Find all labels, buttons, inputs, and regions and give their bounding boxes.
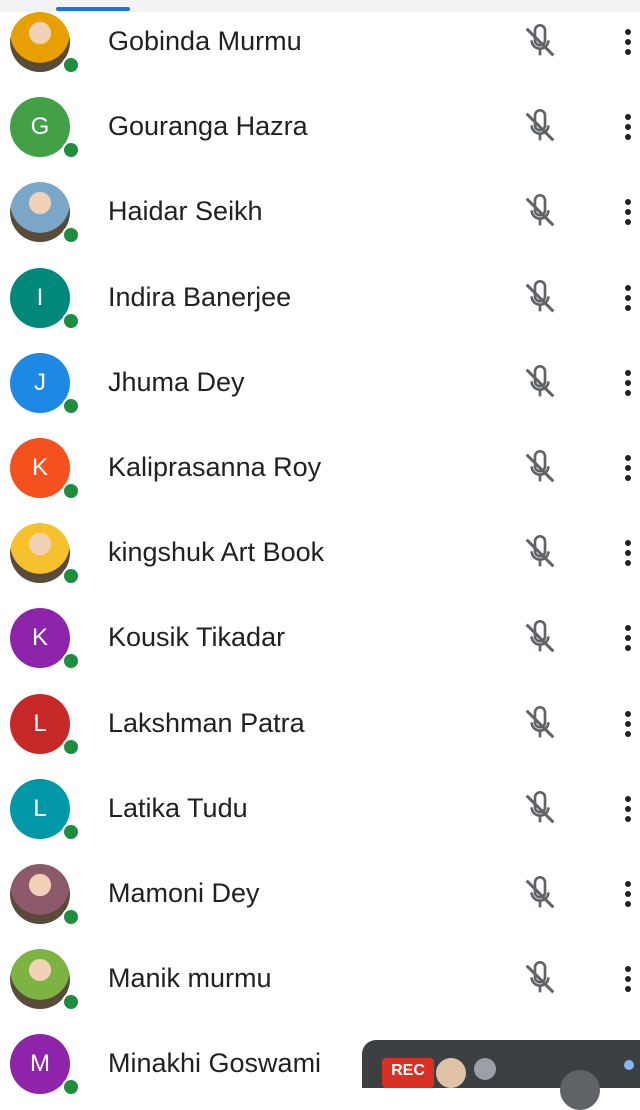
more-vert-icon[interactable] bbox=[618, 618, 638, 658]
participant-name: Mamoni Dey bbox=[108, 878, 260, 908]
avatar-photo bbox=[10, 12, 70, 72]
mic-off-icon[interactable] bbox=[520, 22, 560, 62]
online-status-dot bbox=[62, 567, 80, 586]
participant-name: Gobinda Murmu bbox=[108, 26, 302, 56]
avatar: L bbox=[10, 778, 80, 841]
avatar bbox=[10, 182, 80, 245]
avatar bbox=[10, 523, 80, 586]
online-status-dot bbox=[62, 908, 80, 926]
participant-name: Minakhi Goswami bbox=[108, 1048, 322, 1079]
avatar bbox=[10, 864, 80, 926]
more-vert-icon[interactable] bbox=[618, 448, 638, 488]
online-status-dot bbox=[62, 737, 80, 756]
avatar-initial: M bbox=[10, 1034, 70, 1095]
avatar-initial: K bbox=[10, 608, 70, 669]
participant-name: kingshuk Art Book bbox=[108, 537, 325, 568]
mic-off-icon[interactable] bbox=[520, 278, 560, 318]
participant-row[interactable]: J Jhuma Dey bbox=[0, 341, 640, 426]
participant-name: Indira Banerjee bbox=[108, 281, 292, 312]
online-status-dot bbox=[62, 1078, 80, 1097]
overlay-status-icon bbox=[474, 1058, 496, 1080]
more-vert-icon[interactable] bbox=[618, 107, 638, 147]
avatar: M bbox=[10, 1034, 80, 1097]
mic-off-icon[interactable] bbox=[520, 107, 560, 147]
mic-off-icon[interactable] bbox=[520, 874, 560, 914]
participant-row[interactable]: G Gouranga Hazra bbox=[0, 85, 640, 170]
participant-row[interactable]: Gobinda Murmu bbox=[0, 0, 640, 85]
avatar-initial: I bbox=[10, 267, 70, 328]
avatar-photo bbox=[10, 864, 70, 924]
avatar: L bbox=[10, 693, 80, 756]
avatar: J bbox=[10, 352, 80, 415]
mic-off-icon[interactable] bbox=[520, 192, 560, 232]
avatar-photo bbox=[10, 949, 70, 1010]
more-vert-icon[interactable] bbox=[618, 533, 638, 573]
participant-name: Kousik Tikadar bbox=[108, 622, 286, 653]
recording-overlay[interactable]: REC bbox=[362, 1040, 640, 1110]
overlay-participant-avatar bbox=[560, 1070, 600, 1110]
online-status-dot bbox=[62, 226, 80, 245]
participant-row[interactable]: K Kaliprasanna Roy bbox=[0, 426, 640, 511]
mic-off-icon[interactable] bbox=[520, 533, 560, 573]
avatar: K bbox=[10, 438, 80, 500]
online-status-dot bbox=[62, 56, 80, 74]
participant-name: Gouranga Hazra bbox=[108, 111, 308, 142]
more-vert-icon[interactable] bbox=[618, 959, 638, 999]
participant-name: Latika Tudu bbox=[108, 792, 248, 823]
online-status-dot bbox=[62, 311, 80, 330]
participant-name: Kaliprasanna Roy bbox=[108, 452, 322, 482]
mic-off-icon[interactable] bbox=[520, 789, 560, 829]
avatar-initial: K bbox=[10, 438, 70, 498]
avatar-initial: L bbox=[10, 778, 70, 839]
avatar bbox=[10, 949, 80, 1012]
participant-row[interactable]: Haidar Seikh bbox=[0, 170, 640, 255]
rec-badge: REC bbox=[382, 1058, 434, 1088]
online-status-dot bbox=[62, 396, 80, 415]
participant-name: Haidar Seikh bbox=[108, 196, 263, 227]
overlay-audio-icon bbox=[624, 1060, 634, 1070]
more-vert-icon[interactable] bbox=[618, 789, 638, 829]
avatar: G bbox=[10, 97, 80, 160]
online-status-dot bbox=[62, 482, 80, 500]
more-vert-icon[interactable] bbox=[618, 704, 638, 744]
online-status-dot bbox=[62, 822, 80, 841]
participant-name: Jhuma Dey bbox=[108, 366, 245, 397]
participant-name: Lakshman Patra bbox=[108, 707, 305, 738]
more-vert-icon[interactable] bbox=[618, 363, 638, 403]
more-vert-icon[interactable] bbox=[618, 278, 638, 318]
more-vert-icon[interactable] bbox=[618, 22, 638, 62]
online-status-dot bbox=[62, 141, 80, 160]
mic-off-icon[interactable] bbox=[520, 363, 560, 403]
mic-off-icon[interactable] bbox=[520, 704, 560, 744]
mic-off-icon[interactable] bbox=[520, 448, 560, 488]
avatar-initial: L bbox=[10, 693, 70, 754]
participant-row[interactable]: K Kousik Tikadar bbox=[0, 596, 640, 681]
participant-row[interactable]: Manik murmu bbox=[0, 937, 640, 1022]
avatar-initial: J bbox=[10, 352, 70, 413]
participant-row[interactable]: I Indira Banerjee bbox=[0, 256, 640, 341]
participant-row[interactable]: L Lakshman Patra bbox=[0, 682, 640, 767]
avatar-initial: G bbox=[10, 97, 70, 158]
avatar bbox=[10, 12, 80, 74]
participant-row[interactable]: Mamoni Dey bbox=[0, 852, 640, 937]
avatar-photo bbox=[10, 182, 70, 243]
avatar: K bbox=[10, 608, 80, 671]
mic-off-icon[interactable] bbox=[520, 618, 560, 658]
overlay-avatar bbox=[436, 1058, 466, 1088]
more-vert-icon[interactable] bbox=[618, 192, 638, 232]
avatar: I bbox=[10, 267, 80, 330]
avatar-photo bbox=[10, 523, 70, 584]
online-status-dot bbox=[62, 993, 80, 1012]
participant-row[interactable]: L Latika Tudu bbox=[0, 767, 640, 852]
participant-name: Manik murmu bbox=[108, 963, 272, 994]
more-vert-icon[interactable] bbox=[618, 874, 638, 914]
participant-row[interactable]: kingshuk Art Book bbox=[0, 511, 640, 596]
online-status-dot bbox=[62, 652, 80, 671]
mic-off-icon[interactable] bbox=[520, 959, 560, 999]
